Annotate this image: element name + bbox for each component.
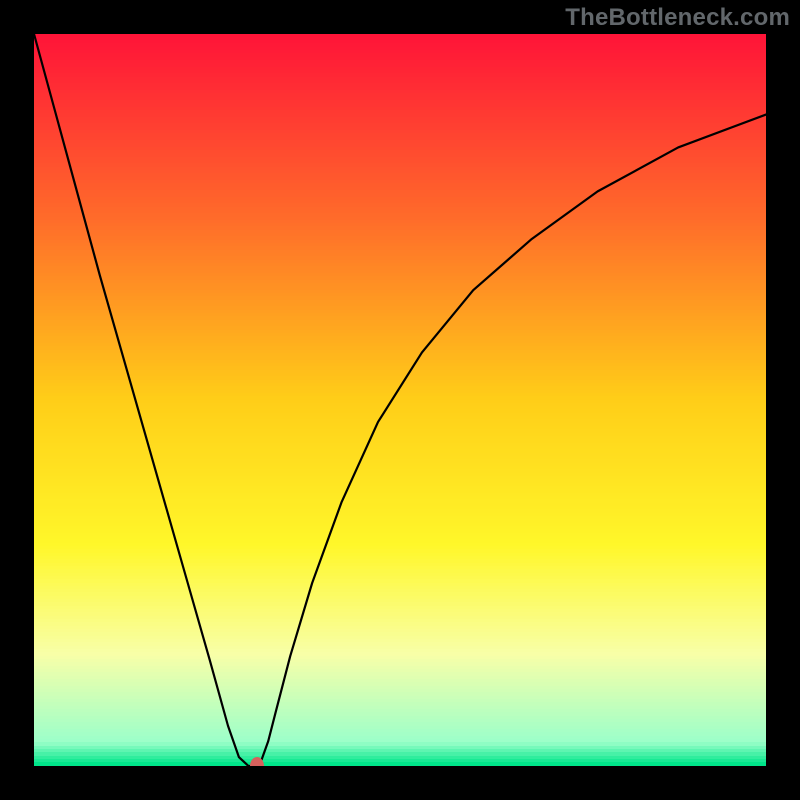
- watermark-text: TheBottleneck.com: [565, 4, 790, 32]
- chart-frame: TheBottleneck.com: [0, 0, 800, 800]
- bottleneck-curve: [34, 34, 766, 766]
- plot-area: [34, 34, 766, 766]
